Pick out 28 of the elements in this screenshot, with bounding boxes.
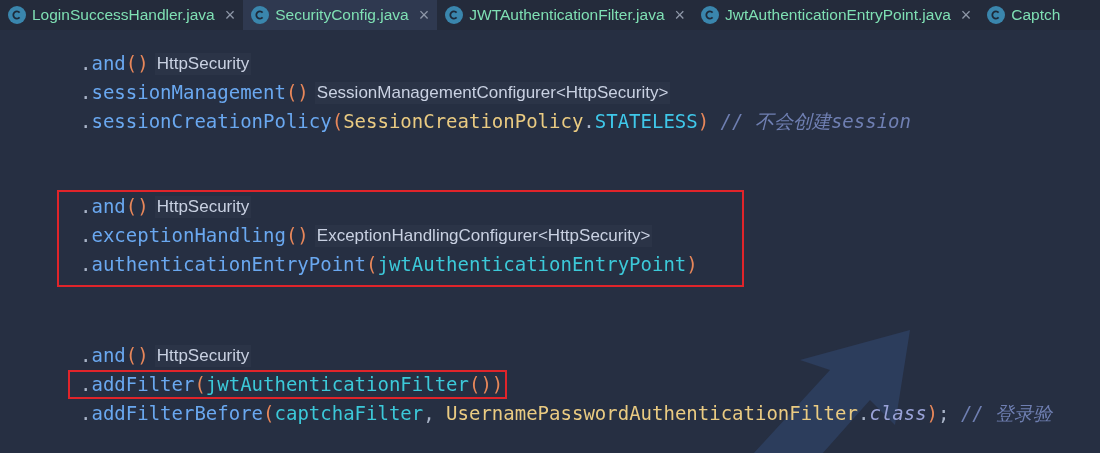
code-text: .addFilterBefore(captchaFilter, UsernamePasswordAuthenticationFilter.class); // 登录验: [80, 402, 1053, 424]
code-text: .exceptionHandling(): [80, 224, 309, 246]
class-icon: [251, 6, 270, 24]
close-icon[interactable]: ×: [418, 4, 430, 26]
class-icon: [445, 6, 464, 24]
code-text: .and(): [80, 195, 149, 217]
code-text: .and(): [80, 344, 149, 366]
class-icon: [701, 6, 720, 24]
code-text: .sessionCreationPolicy(SessionCreationPolicy.STATELESS) // 不会创建session: [80, 110, 911, 132]
type-hint: HttpSecurity: [154, 52, 252, 75]
type-hint: HttpSecurity: [154, 195, 252, 218]
code-text: .addFilter(jwtAuthenticationFilter()): [80, 373, 504, 395]
editor-tab[interactable]: SecurityConfig.java ×: [243, 0, 438, 30]
editor-tab[interactable]: JwtAuthenticationEntryPoint.java ×: [693, 0, 980, 30]
editor-tab[interactable]: JWTAuthenticationFilter.java ×: [437, 0, 694, 30]
class-icon: [8, 6, 26, 24]
close-icon[interactable]: ×: [674, 4, 686, 26]
type-hint: SessionManagementConfigurer<HttpSecurity>: [314, 81, 671, 104]
editor-tab[interactable]: Captch: [979, 0, 1069, 30]
close-icon[interactable]: ×: [224, 4, 236, 26]
editor-tab[interactable]: LoginSuccessHandler.java ×: [0, 0, 244, 30]
type-hint: HttpSecurity: [154, 344, 252, 367]
code-text: .and(): [80, 52, 149, 74]
type-hint: ExceptionHandlingConfigurer<HttpSecurity>: [314, 224, 653, 247]
code-text: .sessionManagement(): [80, 81, 309, 103]
code-text: .authenticationEntryPoint(jwtAuthenticationEntryPoint): [80, 253, 698, 275]
close-icon[interactable]: ×: [960, 4, 972, 26]
class-icon: [987, 6, 1006, 24]
